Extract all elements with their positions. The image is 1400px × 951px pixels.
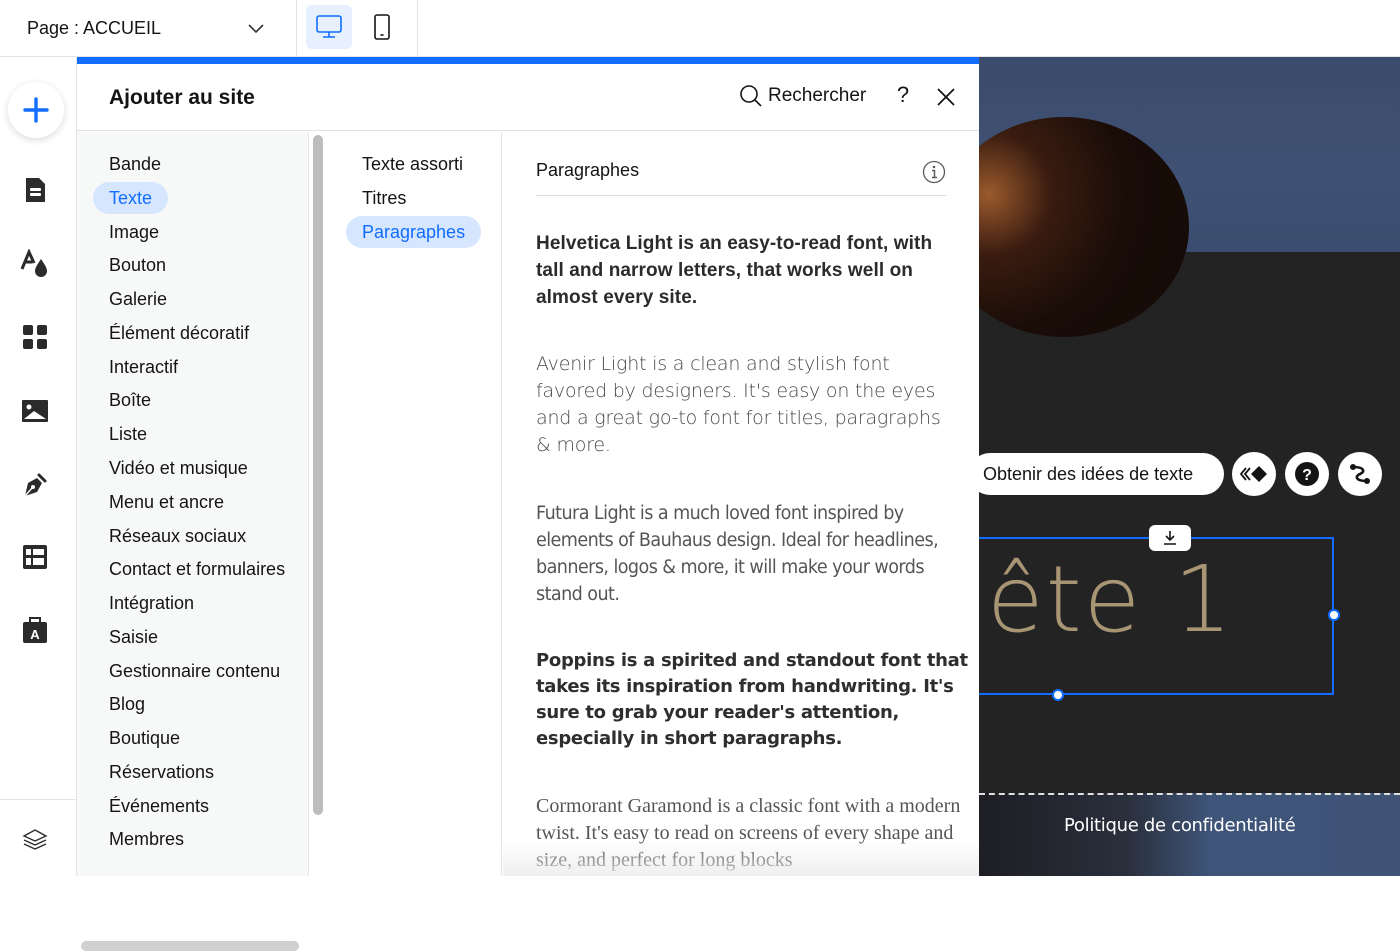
search-icon [740, 85, 762, 107]
site-design-button[interactable] [20, 248, 50, 278]
connector-icon [1350, 464, 1370, 484]
category-item[interactable]: Réservations [93, 756, 230, 788]
plus-icon [23, 97, 49, 123]
category-item-active[interactable]: Texte [93, 182, 169, 214]
horizontal-scrollbar[interactable] [81, 941, 299, 951]
panel-header: Ajouter au site Rechercher ? [77, 64, 979, 131]
desktop-icon [316, 15, 342, 38]
category-item[interactable]: Boutique [93, 722, 196, 754]
category-item[interactable]: Interactif [93, 351, 194, 383]
paragraph-preset-poppins[interactable]: Poppins is a spirited and standout font … [536, 648, 976, 752]
left-rail: A [0, 57, 77, 876]
category-item[interactable]: Intégration [93, 587, 210, 619]
info-icon[interactable] [922, 160, 946, 184]
category-item[interactable]: Élément décoratif [93, 317, 265, 349]
section-title: Paragraphes [536, 160, 640, 180]
section-header: Paragraphes [536, 160, 946, 196]
desktop-view-button[interactable] [306, 5, 352, 49]
subcategory-item-active[interactable]: Paragraphes [346, 216, 482, 248]
page-icon [26, 178, 45, 202]
category-item[interactable]: Membres [93, 823, 200, 855]
layers-icon [22, 829, 48, 850]
pages-menus-button[interactable] [20, 175, 50, 205]
divider [417, 0, 418, 56]
subcategory-item[interactable]: Texte assorti [346, 148, 479, 180]
privacy-policy-link[interactable]: Politique de confidentialité [1064, 815, 1296, 836]
download-arrow-icon [1164, 531, 1176, 545]
help-button[interactable]: ? [893, 82, 913, 108]
svg-text:?: ? [1302, 467, 1312, 484]
search-label: Rechercher [768, 85, 867, 106]
category-item[interactable]: Blog [93, 688, 161, 720]
category-item[interactable]: Réseaux sociaux [93, 520, 262, 552]
vertical-scrollbar[interactable] [313, 135, 323, 815]
category-list: Bande Texte Image Bouton Galerie Élément… [77, 132, 309, 951]
divider [296, 0, 297, 56]
category-item[interactable]: Saisie [93, 621, 174, 653]
paragraph-preset-avenir[interactable]: Avenir Light is a clean and stylish font… [536, 351, 956, 459]
resize-handle-right[interactable] [1328, 609, 1340, 621]
category-item[interactable]: Bande [93, 148, 177, 180]
page-selector[interactable]: Page : ACCUEIL [0, 0, 296, 56]
paragraph-presets: Paragraphes Helvetica Light is an easy-t… [503, 132, 979, 876]
hero-image-subject [979, 117, 1189, 337]
layers-button[interactable] [20, 825, 50, 855]
category-item[interactable]: Vidéo et musique [93, 452, 264, 484]
briefcase-icon: A [23, 617, 47, 643]
subcategory-list: Texte assorti Titres Paragraphes [330, 132, 502, 876]
subcategory-item[interactable]: Titres [346, 182, 422, 214]
category-item[interactable]: Galerie [93, 283, 183, 315]
top-bar: Page : ACCUEIL [0, 0, 1400, 57]
get-text-ideas-button[interactable]: Obtenir des idées de texte [979, 453, 1224, 495]
category-item[interactable]: Bouton [93, 249, 182, 281]
search-button[interactable]: Rechercher [739, 84, 866, 108]
divider [0, 799, 76, 800]
svg-text:A: A [30, 627, 40, 642]
selection-frame[interactable] [979, 537, 1334, 695]
category-item[interactable]: Menu et ancre [93, 486, 240, 518]
close-icon[interactable] [935, 86, 957, 108]
panel-title: Ajouter au site [109, 86, 255, 109]
category-item[interactable]: Boîte [93, 384, 167, 416]
panel-accent-bar [77, 57, 979, 64]
animation-button[interactable] [1232, 452, 1276, 496]
mobile-icon [374, 14, 390, 40]
category-item[interactable]: Événements [93, 790, 225, 822]
category-item[interactable]: Liste [93, 418, 163, 450]
mobile-view-button[interactable] [359, 5, 405, 49]
media-button[interactable] [20, 396, 50, 426]
paragraph-preset-helvetica[interactable]: Helvetica Light is an easy-to-read font,… [536, 230, 956, 311]
category-item[interactable]: Image [93, 216, 175, 248]
design-icon [20, 249, 47, 277]
question-icon: ? [1295, 462, 1319, 486]
category-item[interactable]: Gestionnaire contenu [93, 655, 296, 687]
help-circle-button[interactable]: ? [1285, 452, 1329, 496]
cms-button[interactable] [20, 542, 50, 572]
paragraph-preset-futura[interactable]: Futura Light is a much loved font inspir… [536, 500, 954, 608]
paragraph-preset-cormorant[interactable]: Cormorant Garamond is a classic font wit… [536, 793, 976, 874]
pen-nib-icon [24, 473, 47, 497]
category-item[interactable]: Contact et formulaires [93, 553, 301, 585]
table-icon [23, 545, 47, 569]
blog-button[interactable] [20, 469, 50, 499]
connect-button[interactable] [1338, 452, 1382, 496]
site-canvas: Obtenir des idées de texte ? ête 1 Polit… [979, 57, 1400, 876]
app-market-button[interactable] [20, 322, 50, 352]
apps-grid-icon [23, 325, 47, 349]
resize-handle-bottom[interactable] [1052, 689, 1064, 701]
chevron-down-icon [248, 24, 264, 34]
add-panel: Ajouter au site Rechercher ? Bande Texte… [77, 57, 979, 951]
animation-icon [1239, 466, 1267, 482]
add-elements-button[interactable] [8, 82, 64, 138]
business-tools-button[interactable]: A [20, 615, 50, 645]
anchor-button[interactable] [1149, 525, 1191, 551]
hero-image [979, 57, 1400, 337]
image-icon [22, 400, 48, 422]
